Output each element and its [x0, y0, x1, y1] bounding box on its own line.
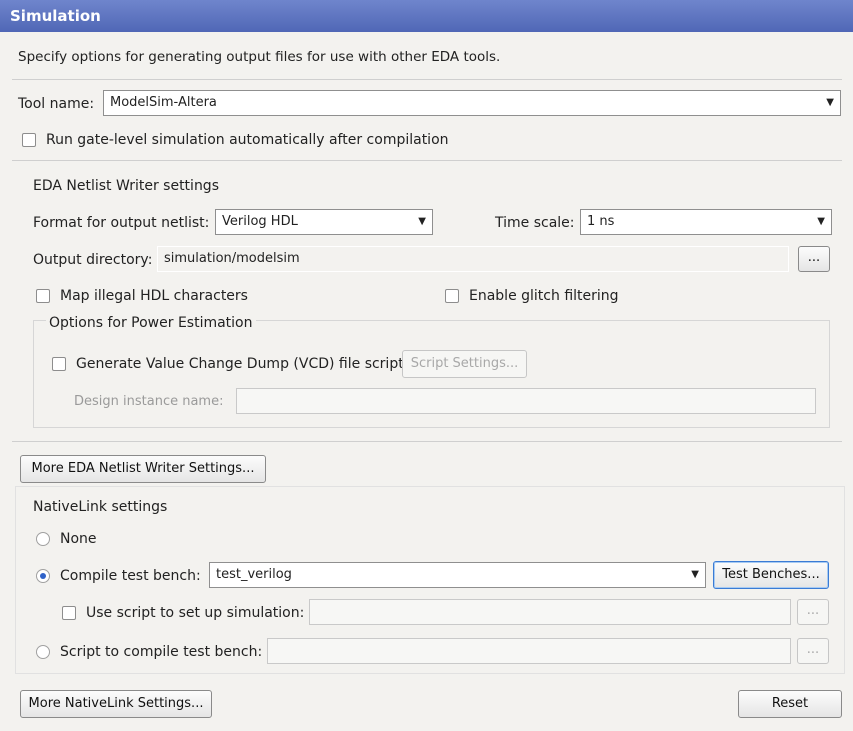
use-script-browse-button[interactable]: ...: [797, 599, 829, 625]
vcd-checkbox[interactable]: [52, 357, 66, 371]
design-instance-input[interactable]: [236, 388, 816, 414]
more-nativelink-settings-button[interactable]: More NativeLink Settings...: [20, 690, 212, 718]
divider: [12, 79, 842, 80]
output-dir-label: Output directory:: [33, 252, 153, 268]
tool-name-dropdown[interactable]: ModelSim-Altera ▼: [103, 90, 841, 116]
power-group-title: Options for Power Estimation: [46, 313, 256, 333]
script-compile-input[interactable]: [267, 638, 791, 664]
script-compile-browse-button[interactable]: ...: [797, 638, 829, 664]
timescale-value: 1 ns: [587, 214, 615, 229]
chevron-down-icon: ▼: [691, 569, 699, 580]
map-illegal-checkbox[interactable]: [36, 289, 50, 303]
chevron-down-icon: ▼: [817, 216, 825, 227]
compile-test-bench-dropdown[interactable]: test_verilog ▼: [209, 562, 706, 588]
compile-test-bench-value: test_verilog: [216, 567, 292, 582]
format-label: Format for output netlist:: [33, 215, 210, 231]
use-script-input[interactable]: [309, 599, 791, 625]
format-value: Verilog HDL: [222, 214, 298, 229]
divider: [12, 441, 842, 442]
netlist-group-title: EDA Netlist Writer settings: [33, 178, 219, 194]
tool-name-label: Tool name:: [18, 96, 95, 112]
timescale-dropdown[interactable]: 1 ns ▼: [580, 209, 832, 235]
glitch-filter-checkbox[interactable]: [445, 289, 459, 303]
divider: [12, 160, 842, 161]
nativelink-group-title: NativeLink settings: [33, 499, 168, 515]
use-script-label: Use script to set up simulation:: [86, 605, 305, 621]
map-illegal-label: Map illegal HDL characters: [60, 288, 248, 304]
design-instance-label: Design instance name:: [74, 394, 224, 409]
description-text: Specify options for generating output fi…: [18, 49, 501, 65]
more-netlist-settings-button[interactable]: More EDA Netlist Writer Settings...: [20, 455, 266, 483]
none-label: None: [60, 531, 97, 547]
output-dir-browse-button[interactable]: ...: [798, 246, 830, 272]
output-dir-input[interactable]: simulation/modelsim: [157, 246, 789, 272]
use-script-checkbox[interactable]: [62, 606, 76, 620]
script-compile-label: Script to compile test bench:: [60, 644, 263, 660]
none-radio[interactable]: [36, 532, 50, 546]
test-benches-button[interactable]: Test Benches...: [713, 561, 829, 589]
glitch-filter-label: Enable glitch filtering: [469, 288, 619, 304]
panel-title: Simulation: [0, 0, 853, 32]
timescale-label: Time scale:: [495, 215, 575, 231]
run-gate-level-checkbox[interactable]: [22, 133, 36, 147]
chevron-down-icon: ▼: [418, 216, 426, 227]
compile-test-bench-label: Compile test bench:: [60, 568, 201, 584]
vcd-label: Generate Value Change Dump (VCD) file sc…: [76, 356, 404, 372]
compile-test-bench-radio[interactable]: [36, 569, 50, 583]
run-gate-level-label: Run gate-level simulation automatically …: [46, 132, 449, 148]
script-compile-radio[interactable]: [36, 645, 50, 659]
chevron-down-icon: ▼: [826, 97, 834, 108]
script-settings-button[interactable]: Script Settings...: [402, 350, 527, 378]
format-dropdown[interactable]: Verilog HDL ▼: [215, 209, 433, 235]
reset-button[interactable]: Reset: [738, 690, 842, 718]
tool-name-value: ModelSim-Altera: [110, 95, 217, 110]
